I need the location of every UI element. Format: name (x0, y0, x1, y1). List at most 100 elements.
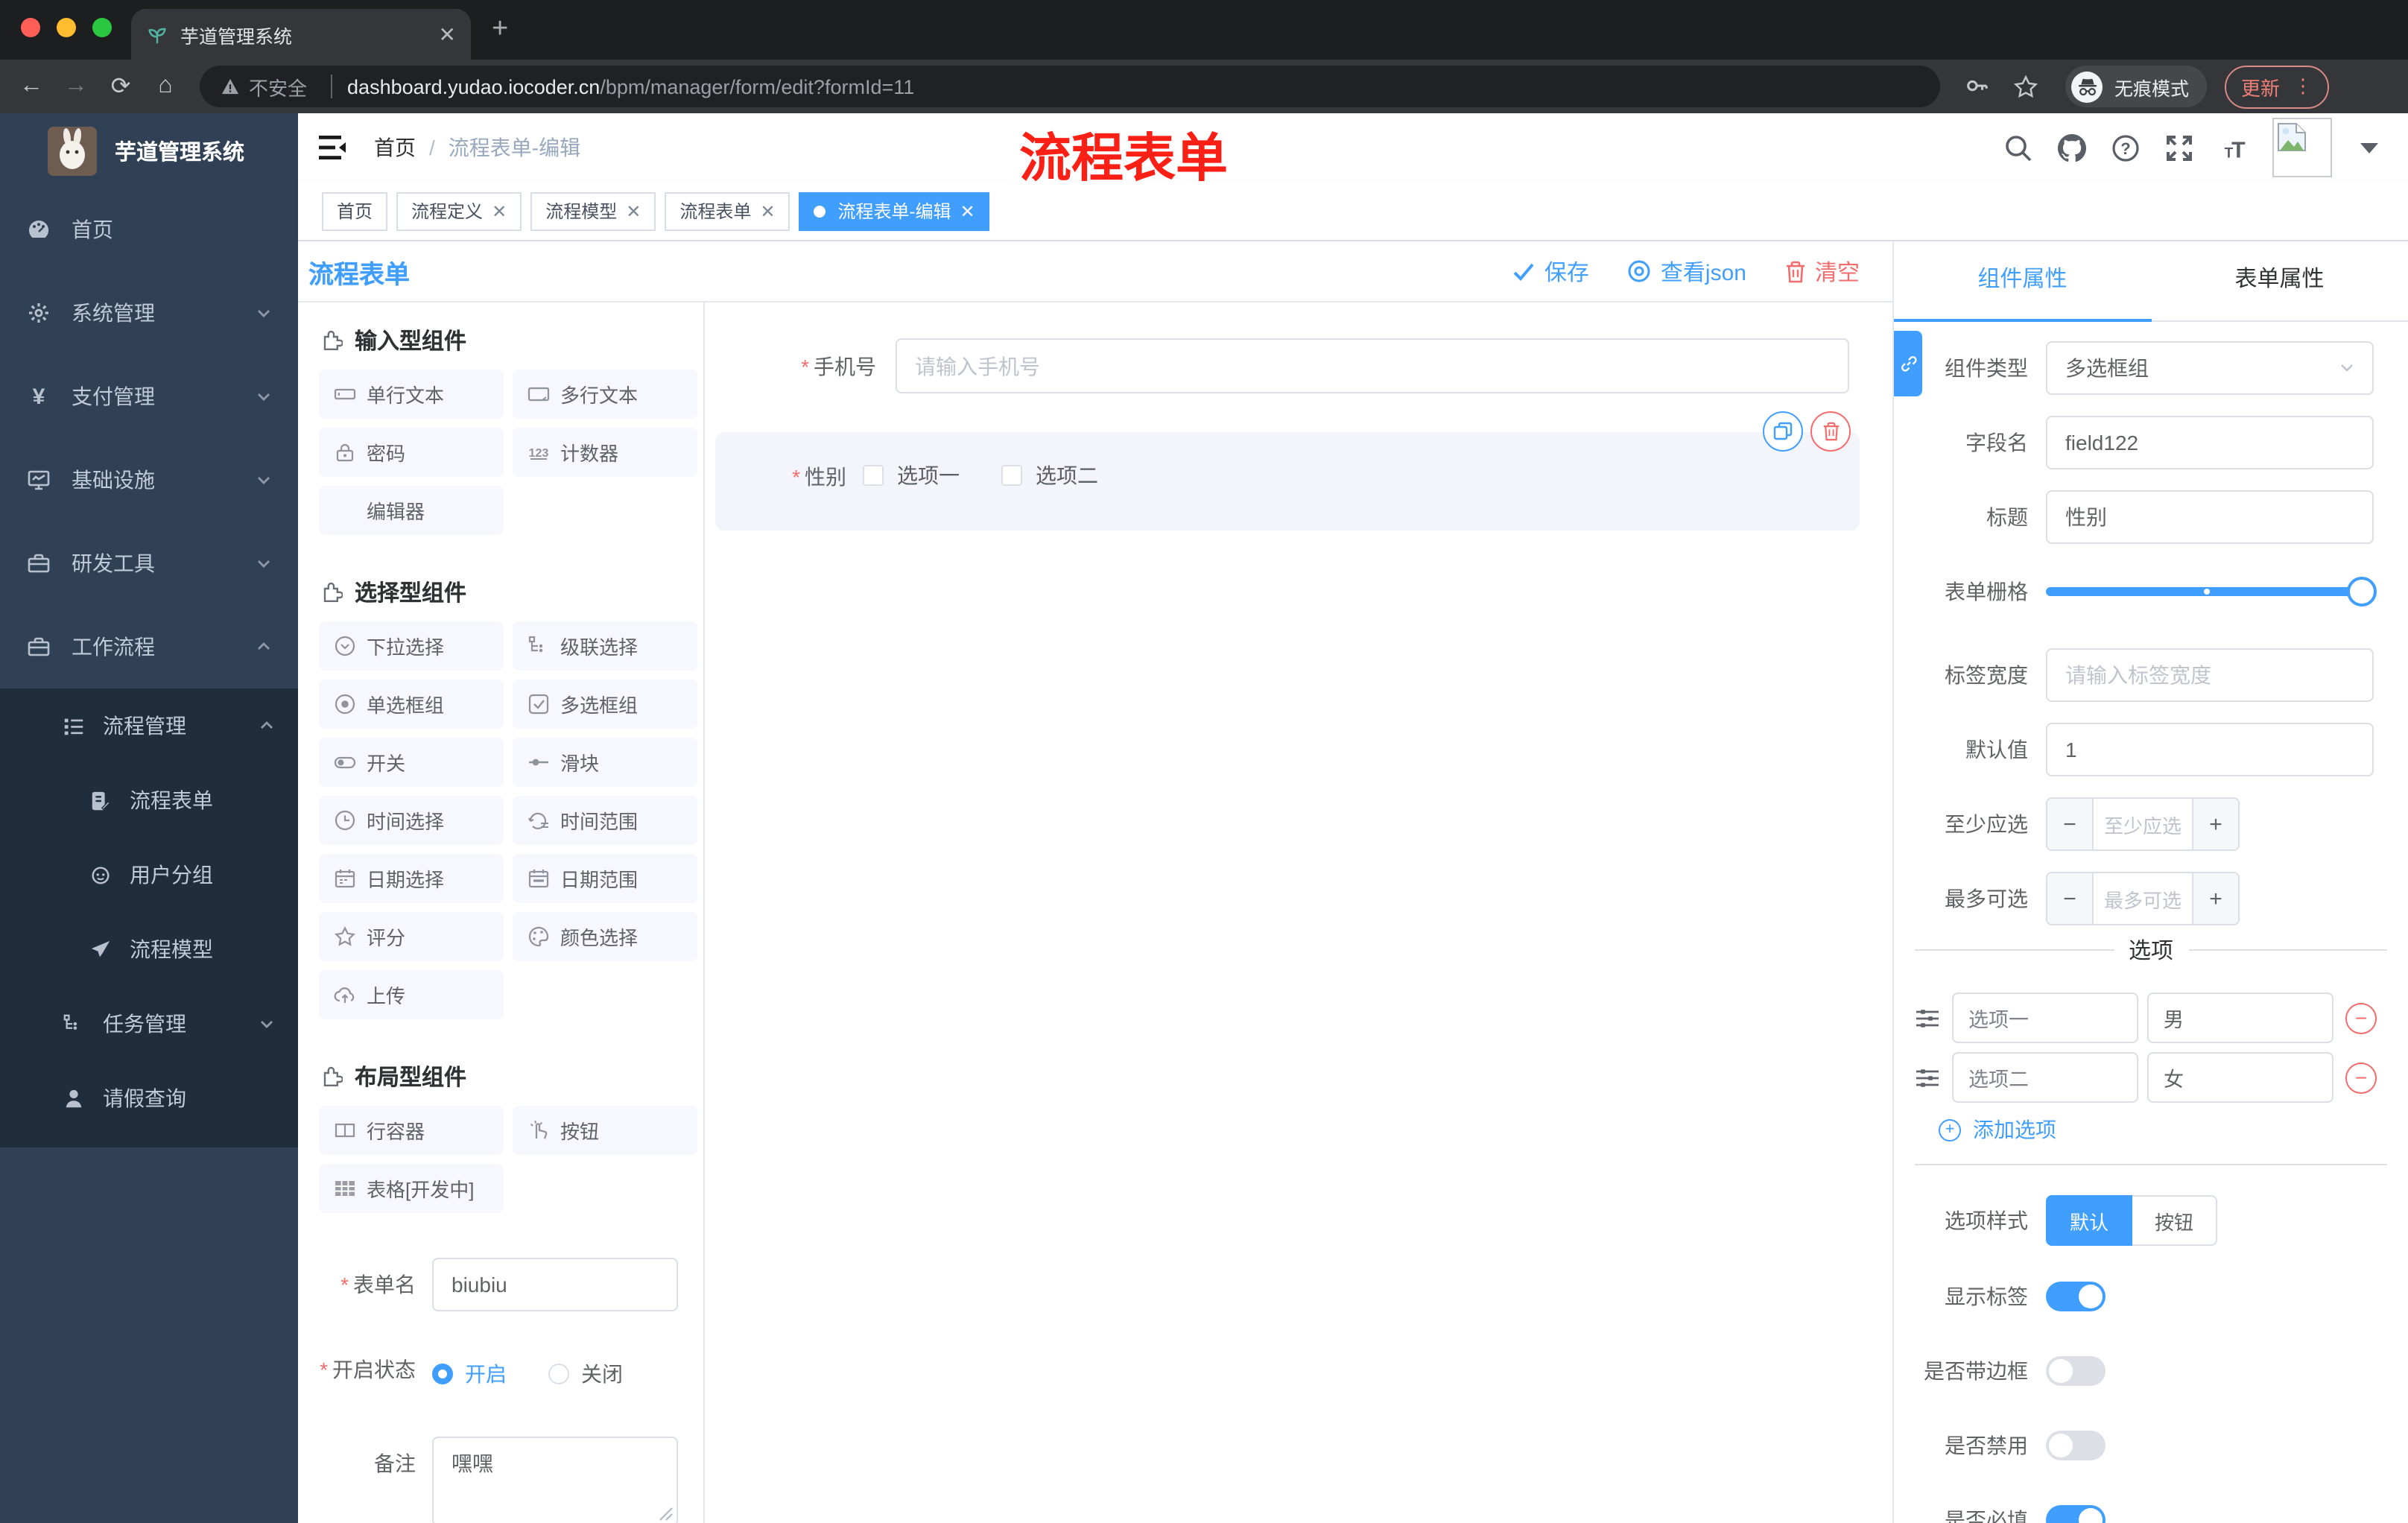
close-icon[interactable]: ✕ (626, 202, 641, 220)
tab-component-props[interactable]: 组件属性 (1894, 241, 2151, 323)
tag-process-form[interactable]: 流程表单 ✕ (665, 191, 790, 230)
minimize-window-icon[interactable] (57, 18, 76, 37)
sidebar-item-devtools[interactable]: 研发工具 (0, 522, 298, 605)
label-width-input[interactable]: 请输入标签宽度 (2046, 648, 2374, 702)
close-icon[interactable]: ✕ (960, 202, 975, 220)
palette-item-switch[interactable]: 开关 (319, 738, 504, 787)
gender-option-2[interactable]: 选项二 (1001, 460, 1098, 490)
option-value-input[interactable]: 男 (2147, 992, 2333, 1043)
stepper-placeholder[interactable]: 至少应选 (2094, 799, 2192, 849)
style-button-button[interactable]: 按钮 (2132, 1195, 2218, 1246)
palette-item-checkbox-group[interactable]: 多选框组 (513, 680, 697, 729)
disabled-switch[interactable] (2046, 1431, 2106, 1460)
palette-item-table[interactable]: 表格[开发中] (319, 1164, 504, 1213)
sidebar-item-infrastructure[interactable]: 基础设施 (0, 438, 298, 522)
address-bar[interactable]: 不安全 dashboard.yudao.iocoder.cn/bpm/manag… (200, 66, 1940, 107)
checkbox-icon[interactable] (863, 465, 884, 486)
tab-form-props[interactable]: 表单属性 (2151, 241, 2408, 323)
palette-item-editor[interactable]: 编辑器 (319, 486, 504, 535)
remove-option-button[interactable]: − (2345, 1062, 2377, 1093)
tab-close-icon[interactable]: ✕ (439, 24, 456, 45)
bookmark-star-icon[interactable] (2013, 74, 2038, 99)
status-off-radio[interactable]: 关闭 (548, 1359, 623, 1389)
slider-track[interactable] (2046, 587, 2374, 596)
zoom-window-icon[interactable] (92, 18, 112, 37)
forward-icon[interactable]: → (54, 73, 98, 100)
browser-menu-icon[interactable]: ⋮ (2293, 75, 2313, 98)
palette-item-button[interactable]: 按钮 (513, 1106, 697, 1155)
breadcrumb-home[interactable]: 首页 (374, 133, 416, 162)
sidebar-item-system[interactable]: 系统管理 (0, 271, 298, 355)
form-canvas[interactable]: 手机号 请输入手机号 性别 选项一 选项二 (705, 303, 1892, 1523)
palette-item-row-container[interactable]: 行容器 (319, 1106, 504, 1155)
copy-component-button[interactable] (1763, 411, 1803, 452)
title-input[interactable]: 性别 (2046, 490, 2374, 544)
home-icon[interactable]: ⌂ (143, 73, 188, 100)
component-type-select[interactable]: 多选框组 (2046, 341, 2374, 395)
sidebar-item-process-management[interactable]: 流程管理 (0, 688, 298, 763)
sidebar-logo[interactable]: 芋道管理系统 (0, 113, 298, 188)
palette-item-date-range[interactable]: 日期范围 (513, 854, 697, 903)
min-select-stepper[interactable]: − 至少应选 + (2046, 797, 2240, 851)
decrease-icon[interactable]: − (2047, 799, 2094, 849)
palette-item-date-picker[interactable]: 日期选择 (319, 854, 504, 903)
palette-item-counter[interactable]: 123 计数器 (513, 428, 697, 477)
macos-window-controls[interactable] (21, 18, 112, 37)
sidebar-item-leave-query[interactable]: 请假查询 (0, 1061, 298, 1136)
browser-tab[interactable]: 芋道管理系统 ✕ (131, 9, 471, 60)
reload-icon[interactable]: ⟳ (98, 72, 143, 101)
option-label-input[interactable]: 选项二 (1952, 1052, 2138, 1103)
new-tab-button[interactable]: + (492, 15, 508, 43)
sidebar-item-process-model[interactable]: 流程模型 (0, 912, 298, 987)
save-button[interactable]: 保存 (1513, 256, 1589, 287)
search-icon[interactable] (2004, 133, 2032, 162)
show-label-switch[interactable] (2046, 1282, 2106, 1311)
decrease-icon[interactable]: − (2047, 873, 2094, 924)
required-switch[interactable] (2046, 1505, 2106, 1523)
palette-item-rate[interactable]: 评分 (319, 912, 504, 961)
slider-handle[interactable] (2347, 577, 2377, 607)
password-key-icon[interactable] (1964, 74, 1989, 99)
view-json-button[interactable]: 查看json (1628, 256, 1746, 287)
back-icon[interactable]: ← (9, 73, 54, 100)
form-remark-textarea[interactable]: 嘿嘿 (432, 1437, 678, 1523)
status-on-radio[interactable]: 开启 (432, 1359, 507, 1389)
clear-button[interactable]: 清空 (1785, 256, 1860, 287)
border-switch[interactable] (2046, 1356, 2106, 1386)
tag-process-definition[interactable]: 流程定义 ✕ (396, 191, 522, 230)
palette-item-time-range[interactable]: 时间范围 (513, 796, 697, 845)
add-option-button[interactable]: + 添加选项 (1939, 1110, 2387, 1149)
palette-item-multi-line-text[interactable]: 多行文本 (513, 370, 697, 419)
close-window-icon[interactable] (21, 18, 40, 37)
palette-item-single-line-text[interactable]: 单行文本 (319, 370, 504, 419)
default-value-input[interactable]: 1 (2046, 723, 2374, 776)
github-icon[interactable] (2058, 133, 2086, 162)
sidebar-item-payment[interactable]: ¥ 支付管理 (0, 355, 298, 438)
delete-component-button[interactable] (1810, 411, 1851, 452)
drag-handle-icon[interactable] (1915, 1005, 1940, 1030)
drawer-handle-button[interactable] (1894, 331, 1922, 396)
option-value-input[interactable]: 女 (2147, 1052, 2333, 1103)
update-button[interactable]: 更新 ⋮ (2225, 65, 2330, 108)
close-icon[interactable]: ✕ (492, 202, 507, 220)
palette-item-color-picker[interactable]: 颜色选择 (513, 912, 697, 961)
increase-icon[interactable]: + (2192, 873, 2238, 924)
grid-slider[interactable] (2046, 565, 2377, 618)
user-avatar[interactable] (2272, 118, 2332, 177)
palette-item-select[interactable]: 下拉选择 (319, 621, 504, 671)
sidebar-item-home[interactable]: 首页 (0, 188, 298, 271)
palette-item-radio-group[interactable]: 单选框组 (319, 680, 504, 729)
help-icon[interactable]: ? (2111, 133, 2140, 162)
palette-item-time-picker[interactable]: 时间选择 (319, 796, 504, 845)
tag-process-form-edit[interactable]: 流程表单-编辑 ✕ (799, 191, 990, 230)
gender-option-1[interactable]: 选项一 (863, 460, 960, 490)
close-icon[interactable]: ✕ (760, 202, 775, 220)
form-name-input[interactable]: biubiu (432, 1258, 678, 1311)
increase-icon[interactable]: + (2192, 799, 2238, 849)
sidebar-item-task-management[interactable]: 任务管理 (0, 987, 298, 1061)
selected-component-gender[interactable]: 性别 选项一 选项二 (715, 432, 1860, 531)
max-select-stepper[interactable]: − 最多可选 + (2046, 872, 2240, 925)
remove-option-button[interactable]: − (2345, 1002, 2377, 1033)
fullscreen-icon[interactable] (2165, 133, 2193, 162)
field-name-input[interactable]: field122 (2046, 416, 2374, 469)
